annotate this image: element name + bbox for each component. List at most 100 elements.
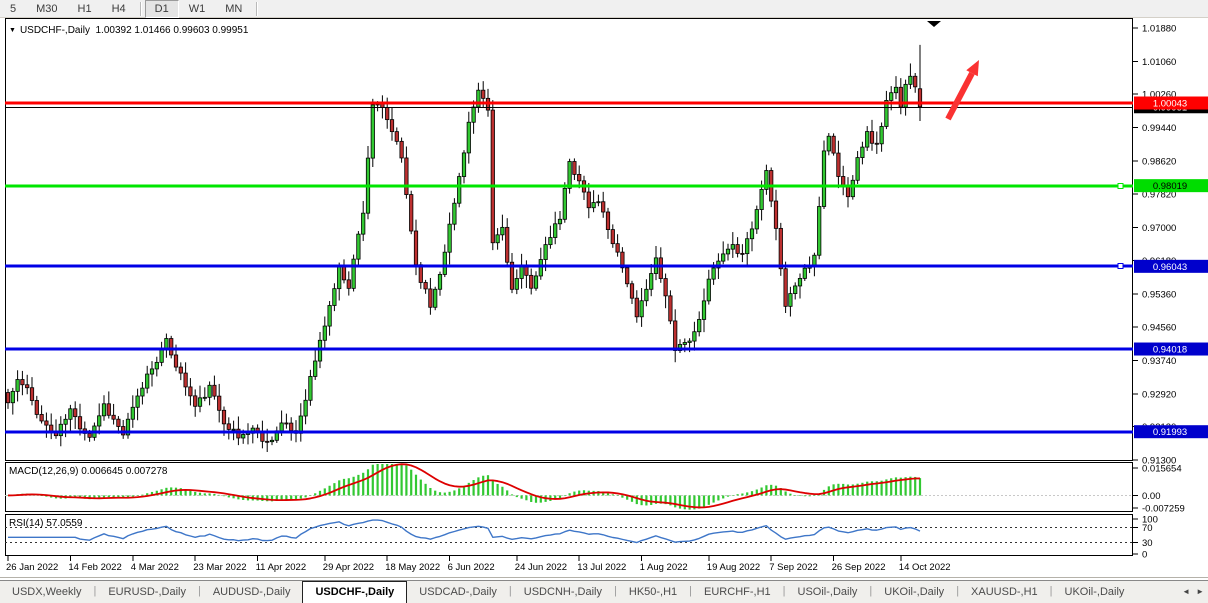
candle-down bbox=[405, 158, 408, 195]
macd-bar bbox=[189, 490, 191, 495]
candle-down bbox=[774, 201, 777, 228]
line-handle[interactable] bbox=[1118, 264, 1123, 269]
candle-up bbox=[755, 210, 758, 229]
candle-up bbox=[645, 289, 648, 300]
tab-audusd-daily[interactable]: AUDUSD-,Daily bbox=[201, 584, 303, 603]
date-tick-label: 1 Aug 2022 bbox=[640, 562, 688, 573]
macd-tick-label: 0.015654 bbox=[1142, 464, 1182, 475]
macd-indicator-label: MACD(12,26,9) 0.006645 0.007278 bbox=[9, 466, 167, 477]
candle-up bbox=[746, 239, 749, 254]
macd-bar bbox=[674, 495, 676, 507]
collapse-triangle-icon[interactable]: ▼ bbox=[9, 27, 16, 34]
tab-usdx-weekly[interactable]: USDX,Weekly bbox=[0, 584, 93, 603]
tab-ukoil-daily[interactable]: UKOil-,Daily bbox=[1053, 584, 1137, 603]
timeframe-button-5[interactable]: 5 bbox=[0, 0, 26, 18]
macd-bar bbox=[530, 495, 532, 502]
candle-up bbox=[909, 76, 912, 84]
candle-up bbox=[693, 332, 696, 341]
tab-usdcad-daily[interactable]: USDCAD-,Daily bbox=[407, 584, 509, 603]
timeframe-button-m30[interactable]: M30 bbox=[26, 0, 67, 18]
candle-down bbox=[424, 282, 427, 288]
candle-down bbox=[914, 76, 917, 87]
macd-bar bbox=[564, 495, 566, 496]
macd-bar bbox=[847, 485, 849, 496]
candle-up bbox=[539, 260, 542, 276]
timeframe-button-d1[interactable]: D1 bbox=[145, 0, 179, 18]
date-tick-label: 29 Apr 2022 bbox=[323, 562, 374, 573]
trading-platform-window: 5M30H1H4 D1W1MN 1.018801.010601.002600.99… bbox=[0, 0, 1208, 603]
candle-down bbox=[602, 202, 605, 212]
macd-bar bbox=[650, 495, 652, 505]
macd-bar bbox=[569, 493, 571, 495]
timeframe-button-h1[interactable]: H1 bbox=[68, 0, 102, 18]
tab-hk50-h1[interactable]: HK50-,H1 bbox=[617, 584, 689, 603]
candle-up bbox=[534, 276, 537, 288]
macd-bar bbox=[218, 495, 220, 496]
candle-down bbox=[222, 410, 225, 424]
macd-tick-label: 0.00 bbox=[1142, 491, 1161, 502]
tab-usoil-daily[interactable]: USOil-,Daily bbox=[786, 584, 870, 603]
candle-down bbox=[347, 280, 350, 289]
candle-down bbox=[630, 284, 633, 298]
macd-bar bbox=[765, 485, 767, 495]
candle-down bbox=[30, 388, 33, 401]
candle-up bbox=[501, 227, 504, 234]
macd-bar bbox=[804, 495, 806, 496]
date-tick-label: 7 Sep 2022 bbox=[769, 562, 818, 573]
macd-bar bbox=[621, 495, 623, 497]
macd-bar bbox=[300, 495, 302, 498]
macd-bar bbox=[204, 493, 206, 495]
line-handle[interactable] bbox=[1118, 184, 1123, 189]
macd-bar bbox=[679, 495, 681, 508]
date-tick-label: 11 Apr 2022 bbox=[256, 562, 307, 573]
macd-bar bbox=[573, 492, 575, 496]
tab-xauusd-h1[interactable]: XAUUSD-,H1 bbox=[959, 584, 1050, 603]
candle-up bbox=[707, 279, 710, 301]
candle-up bbox=[827, 136, 830, 151]
tab-scroll-right-icon[interactable]: ► bbox=[1196, 587, 1204, 596]
tab-usdcnh-daily[interactable]: USDCNH-,Daily bbox=[512, 584, 614, 603]
candle-up bbox=[16, 379, 19, 391]
timeframe-button-h4[interactable]: H4 bbox=[102, 0, 136, 18]
candle-up bbox=[856, 158, 859, 181]
tab-usdchf-daily[interactable]: USDCHF-,Daily bbox=[302, 581, 407, 603]
candle-down bbox=[875, 143, 878, 144]
candle-up bbox=[789, 294, 792, 307]
price-axis[interactable]: 1.018801.010601.002600.994400.986200.978… bbox=[1133, 24, 1208, 467]
price-tick-label: 0.97000 bbox=[1142, 223, 1176, 234]
tab-eurusd-daily[interactable]: EURUSD-,Daily bbox=[96, 584, 198, 603]
candle-down bbox=[611, 230, 614, 244]
candle-down bbox=[573, 161, 576, 174]
timeframe-button-w1[interactable]: W1 bbox=[179, 0, 216, 18]
candle-up bbox=[477, 90, 480, 107]
tab-eurchf-h1[interactable]: EURCHF-,H1 bbox=[692, 584, 783, 603]
chart-window[interactable]: 1.018801.010601.002600.994400.986200.978… bbox=[0, 18, 1208, 578]
macd-tick-label: -0.007259 bbox=[1142, 504, 1185, 515]
macd-bar bbox=[367, 469, 369, 495]
macd-bar bbox=[842, 484, 844, 496]
macd-bar bbox=[516, 495, 518, 497]
candle-down bbox=[6, 393, 9, 403]
candle-up bbox=[496, 235, 499, 243]
candle-down bbox=[218, 396, 221, 410]
macd-bar bbox=[703, 495, 705, 507]
date-axis[interactable]: 26 Jan 202214 Feb 20224 Mar 202223 Mar 2… bbox=[6, 556, 951, 573]
price-tick-label: 0.98620 bbox=[1142, 157, 1176, 168]
candle-down bbox=[674, 321, 677, 351]
tab-scroll-left-icon[interactable]: ◄ bbox=[1182, 587, 1190, 596]
candle-down bbox=[170, 339, 173, 355]
candle-down bbox=[35, 400, 38, 414]
rsi-tick-label: 70 bbox=[1142, 523, 1153, 534]
candle-up bbox=[813, 255, 816, 265]
macd-bar bbox=[410, 470, 412, 496]
candle-up bbox=[102, 404, 105, 416]
timeframe-button-mn[interactable]: MN bbox=[215, 0, 252, 18]
macd-bar bbox=[108, 495, 110, 497]
candle-up bbox=[304, 400, 307, 416]
macd-bar bbox=[391, 464, 393, 495]
candle-down bbox=[664, 279, 667, 296]
price-chart[interactable]: 1.018801.010601.002600.994400.986200.978… bbox=[0, 18, 1208, 578]
tab-ukoil-daily[interactable]: UKOil-,Daily bbox=[872, 584, 956, 603]
chart-ohlc-values: 1.00392 1.01466 0.99603 0.99951 bbox=[96, 25, 249, 36]
candle-down bbox=[587, 192, 590, 208]
